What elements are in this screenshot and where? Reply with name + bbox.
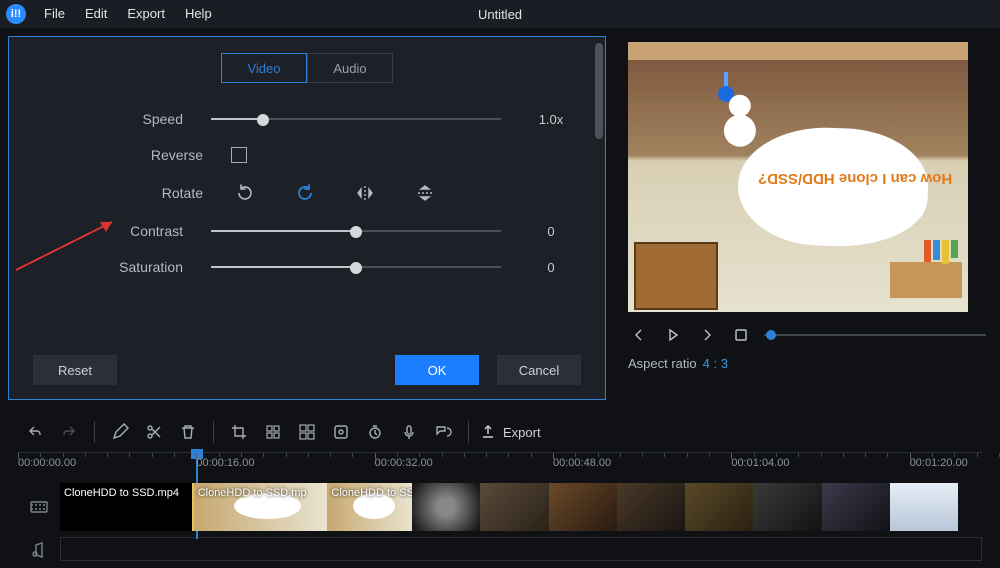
- ruler-tick: 00:00:00.00: [18, 457, 76, 469]
- undo-button[interactable]: [20, 417, 50, 447]
- tab-video[interactable]: Video: [221, 53, 307, 83]
- menu-help[interactable]: Help: [175, 0, 222, 28]
- timeline-ruler[interactable]: 00:00:00.00 00:00:16.00 00:00:32.00 00:00:4…: [18, 452, 982, 479]
- video-properties-panel: Video Audio Speed 1.0x Reverse Rotate: [8, 36, 606, 400]
- contrast-label: Contrast: [33, 223, 211, 239]
- timeline-clip[interactable]: [685, 483, 753, 531]
- cancel-button[interactable]: Cancel: [497, 355, 581, 385]
- panel-scrollbar[interactable]: [595, 43, 603, 139]
- timeline-clip[interactable]: CloneHDD to SSD.mp4: [60, 483, 194, 531]
- saturation-slider[interactable]: [211, 260, 501, 274]
- speed-label: Speed: [33, 111, 211, 127]
- audio-track-header[interactable]: [18, 537, 60, 563]
- play-button[interactable]: [662, 324, 684, 346]
- preview-bubble-text: How can I clone HDD/SSD?: [758, 170, 952, 187]
- rotate-ccw-icon[interactable]: [235, 183, 255, 203]
- export-button[interactable]: Export: [479, 423, 541, 441]
- timeline-clip[interactable]: [480, 483, 548, 531]
- aspect-ratio: Aspect ratio4 : 3: [628, 356, 986, 371]
- crop-button[interactable]: [224, 417, 254, 447]
- timeline-clip[interactable]: [822, 483, 890, 531]
- video-track: CloneHDD to SSD.mp4CloneHDD to SSD.mpClo…: [18, 479, 982, 535]
- stop-button[interactable]: [730, 324, 752, 346]
- video-track-header[interactable]: [18, 479, 60, 535]
- duration-button[interactable]: [360, 417, 390, 447]
- flip-horizontal-icon[interactable]: [355, 183, 375, 203]
- speed-value: 1.0x: [521, 112, 581, 127]
- ruler-tick: 00:01:04.00: [731, 457, 789, 469]
- contrast-slider[interactable]: [211, 224, 501, 238]
- ok-button[interactable]: OK: [395, 355, 479, 385]
- ruler-tick: 00:00:32.00: [375, 457, 433, 469]
- menu-export[interactable]: Export: [117, 0, 175, 28]
- reverse-label: Reverse: [33, 147, 231, 163]
- ruler-tick: 00:00:48.00: [553, 457, 611, 469]
- export-icon: [479, 423, 497, 441]
- speed-slider[interactable]: [211, 112, 501, 126]
- timeline-clip[interactable]: [617, 483, 685, 531]
- rotate-label: Rotate: [33, 185, 231, 201]
- text-to-speech-button[interactable]: [428, 417, 458, 447]
- menu-edit[interactable]: Edit: [75, 0, 117, 28]
- split-button[interactable]: [139, 417, 169, 447]
- rotate-cw-icon[interactable]: [295, 183, 315, 203]
- freeze-button[interactable]: [326, 417, 356, 447]
- menubar: i!! File Edit Export Help Untitled: [0, 0, 1000, 28]
- preview-progress-slider[interactable]: [764, 333, 986, 337]
- delete-button[interactable]: [173, 417, 203, 447]
- timeline-clip[interactable]: CloneHDD to SSD.mp4: [327, 483, 412, 531]
- timeline-clip[interactable]: [753, 483, 821, 531]
- edit-button[interactable]: [105, 417, 135, 447]
- tab-audio[interactable]: Audio: [307, 53, 393, 83]
- timeline-clip[interactable]: [890, 483, 958, 531]
- timeline-clip[interactable]: CloneHDD to SSD.mp: [194, 483, 328, 531]
- app-icon: i!!: [6, 4, 26, 24]
- timeline-toolbar: Export: [0, 412, 1000, 452]
- video-preview[interactable]: How can I clone HDD/SSD?: [628, 42, 968, 312]
- aspect-ratio-value[interactable]: 4 : 3: [703, 356, 728, 371]
- flip-vertical-icon[interactable]: [415, 183, 435, 203]
- prev-frame-button[interactable]: [628, 324, 650, 346]
- redo-button[interactable]: [54, 417, 84, 447]
- timeline-clip[interactable]: [549, 483, 617, 531]
- mosaic-button[interactable]: [258, 417, 288, 447]
- reverse-checkbox[interactable]: [231, 147, 247, 163]
- timeline-clip[interactable]: [412, 483, 480, 531]
- ruler-tick: 00:00:16.00: [196, 457, 254, 469]
- zoom-button[interactable]: [292, 417, 322, 447]
- saturation-value: 0: [521, 260, 581, 275]
- contrast-value: 0: [521, 224, 581, 239]
- ruler-tick: 00:01:20.00: [910, 457, 968, 469]
- audio-track-body[interactable]: [60, 537, 982, 561]
- reset-button[interactable]: Reset: [33, 355, 117, 385]
- menu-file[interactable]: File: [34, 0, 75, 28]
- voiceover-button[interactable]: [394, 417, 424, 447]
- next-frame-button[interactable]: [696, 324, 718, 346]
- audio-track: [18, 537, 982, 563]
- saturation-label: Saturation: [33, 259, 211, 275]
